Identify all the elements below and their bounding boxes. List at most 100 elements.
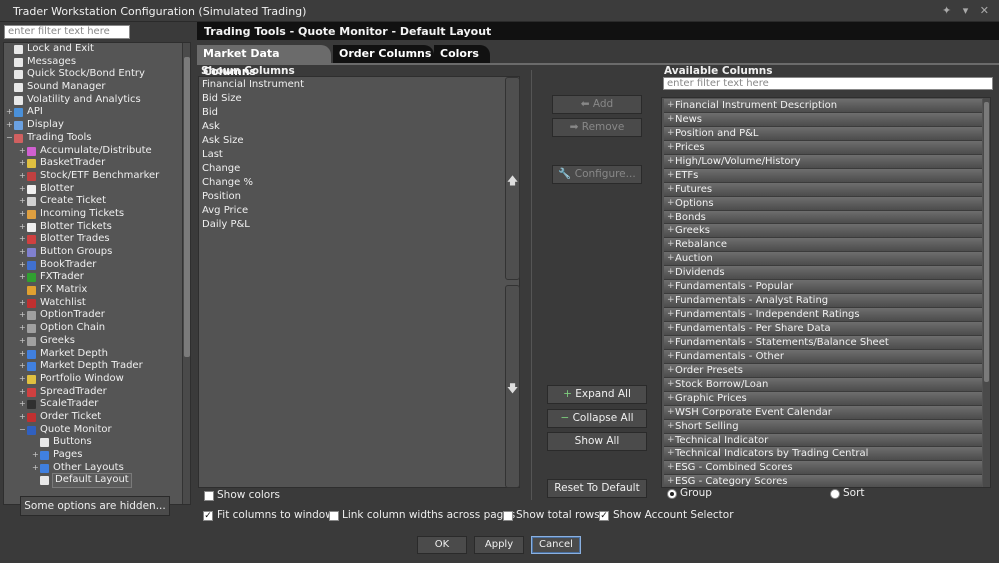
tree-item[interactable]: Volatility and Analytics — [4, 94, 190, 107]
plus-icon[interactable]: + — [667, 392, 675, 405]
plus-icon[interactable]: + — [667, 461, 675, 474]
expand-icon[interactable]: + — [19, 387, 26, 395]
collapse-all-button[interactable]: − Collapse All — [547, 409, 647, 428]
tree-item[interactable]: + ScaleTrader — [4, 398, 190, 411]
available-column-group[interactable]: + Fundamentals - Independent Ratings — [664, 308, 982, 322]
tree-item[interactable]: + API — [4, 106, 190, 119]
tree-item[interactable]: Messages — [4, 56, 190, 69]
sort-radio[interactable] — [830, 489, 840, 499]
expand-icon[interactable]: + — [19, 324, 26, 332]
plus-icon[interactable]: + — [667, 141, 675, 154]
shown-column-item[interactable]: Ask Size — [199, 134, 519, 148]
shown-column-item[interactable]: Bid Size — [199, 92, 519, 106]
expand-icon[interactable]: + — [19, 336, 26, 344]
expand-icon[interactable]: + — [19, 400, 26, 408]
tree-item[interactable]: + OptionTrader — [4, 309, 190, 322]
available-column-group[interactable]: + Short Selling — [664, 419, 982, 434]
plus-icon[interactable]: + — [667, 322, 675, 335]
plus-icon[interactable]: + — [667, 183, 675, 196]
shown-column-item[interactable]: Ask — [199, 120, 519, 134]
tree-item[interactable]: − Trading Tools — [4, 132, 190, 145]
available-column-group[interactable]: + Futures — [664, 182, 982, 197]
available-scrollbar[interactable] — [983, 98, 990, 487]
plus-icon[interactable]: + — [667, 280, 675, 293]
shown-column-item[interactable]: Daily P&L — [199, 218, 519, 232]
plus-icon[interactable]: + — [667, 113, 675, 126]
expand-icon[interactable]: + — [6, 108, 13, 116]
plus-icon[interactable]: + — [667, 155, 675, 168]
tree-item[interactable]: + Create Ticket — [4, 195, 190, 208]
tree-item[interactable]: + Watchlist — [4, 297, 190, 310]
available-column-group[interactable]: + Fundamentals - Statements/Balance Sheet — [664, 335, 982, 350]
shown-column-item[interactable]: Change % — [199, 176, 519, 190]
tree-item[interactable]: + BookTrader — [4, 259, 190, 272]
expand-icon[interactable]: + — [19, 146, 26, 154]
expand-icon[interactable]: + — [19, 374, 26, 382]
tree-item[interactable]: + Stock/ETF Benchmarker — [4, 170, 190, 183]
tab-colors[interactable]: Colors — [434, 45, 490, 63]
available-column-group[interactable]: + WSH Corporate Event Calendar — [664, 405, 982, 420]
tree-item[interactable]: + BasketTrader — [4, 157, 190, 170]
expand-icon[interactable]: + — [19, 171, 26, 179]
available-column-group[interactable]: + ESG - Combined Scores — [664, 461, 982, 476]
tree-item[interactable]: + Other Layouts — [4, 462, 190, 475]
available-column-group[interactable]: + Fundamentals - Per Share Data — [664, 322, 982, 336]
expand-icon[interactable]: + — [19, 222, 26, 230]
plus-icon[interactable]: + — [667, 238, 675, 251]
plus-icon[interactable]: + — [667, 336, 675, 349]
configure-button[interactable]: 🔧 Configure... — [552, 165, 642, 184]
expand-icon[interactable]: + — [19, 197, 26, 205]
available-column-group[interactable]: + Dividends — [664, 266, 982, 281]
tree-item[interactable]: + Blotter — [4, 183, 190, 196]
plus-icon[interactable]: + — [667, 475, 675, 487]
available-column-group[interactable]: + ETFs — [664, 168, 982, 183]
window-controls[interactable]: ✦ ▾ ✕ — [942, 4, 993, 17]
link-widths-checkbox[interactable] — [329, 511, 339, 521]
tree-item[interactable]: + SpreadTrader — [4, 386, 190, 399]
shown-column-item[interactable]: Position — [199, 190, 519, 204]
tree-item[interactable]: Sound Manager — [4, 81, 190, 94]
apply-button[interactable]: Apply — [474, 536, 524, 554]
available-column-group[interactable]: + Fundamentals - Other — [664, 349, 982, 364]
available-column-group[interactable]: + Rebalance — [664, 238, 982, 253]
available-filter-input[interactable]: enter filter text here — [663, 77, 993, 90]
hidden-options-button[interactable]: Some options are hidden... — [20, 496, 170, 516]
tree-item[interactable]: + Display — [4, 119, 190, 132]
available-column-group[interactable]: + High/Low/Volume/History — [664, 154, 982, 169]
available-column-group[interactable]: + Options — [664, 196, 982, 211]
plus-icon[interactable]: + — [667, 406, 675, 419]
available-column-group[interactable]: + Financial Instrument Description — [664, 99, 982, 113]
expand-icon[interactable]: + — [19, 235, 26, 243]
reset-to-default-button[interactable]: Reset To Default — [547, 479, 647, 498]
plus-icon[interactable]: + — [667, 224, 675, 237]
tree-item[interactable]: + Market Depth Trader — [4, 360, 190, 373]
expand-icon[interactable]: + — [19, 273, 26, 281]
expand-icon[interactable]: + — [19, 412, 26, 420]
expand-icon[interactable]: + — [19, 248, 26, 256]
shown-column-item[interactable]: Last — [199, 148, 519, 162]
available-column-group[interactable]: + Technical Indicator — [664, 433, 982, 448]
expand-icon[interactable]: + — [19, 184, 26, 192]
remove-button[interactable]: ➡ Remove — [552, 118, 642, 137]
tree-item[interactable]: + Blotter Trades — [4, 233, 190, 246]
move-down-button[interactable]: 🡇 — [505, 285, 520, 488]
plus-icon[interactable]: + — [667, 364, 675, 377]
tree-item[interactable]: + Option Chain — [4, 322, 190, 335]
tree-item[interactable]: + Pages — [4, 449, 190, 462]
tree-item[interactable]: + Order Ticket — [4, 411, 190, 424]
shown-column-item[interactable]: Change — [199, 162, 519, 176]
available-column-group[interactable]: + Stock Borrow/Loan — [664, 377, 982, 392]
plus-icon[interactable]: + — [667, 197, 675, 210]
expand-icon[interactable]: + — [32, 463, 39, 471]
tree-item[interactable]: Quick Stock/Bond Entry — [4, 68, 190, 81]
tree-item[interactable]: − Quote Monitor — [4, 424, 190, 437]
plus-icon[interactable]: + — [667, 211, 675, 224]
plus-icon[interactable]: + — [667, 99, 675, 112]
expand-icon[interactable]: + — [19, 298, 26, 306]
available-column-group[interactable]: + News — [664, 112, 982, 127]
available-column-group[interactable]: + Auction — [664, 252, 982, 267]
tab-market-data-columns[interactable]: Market Data Columns — [197, 45, 331, 78]
show-colors-checkbox[interactable] — [204, 491, 214, 501]
tree-item[interactable]: + Incoming Tickets — [4, 208, 190, 221]
plus-icon[interactable]: + — [667, 266, 675, 279]
